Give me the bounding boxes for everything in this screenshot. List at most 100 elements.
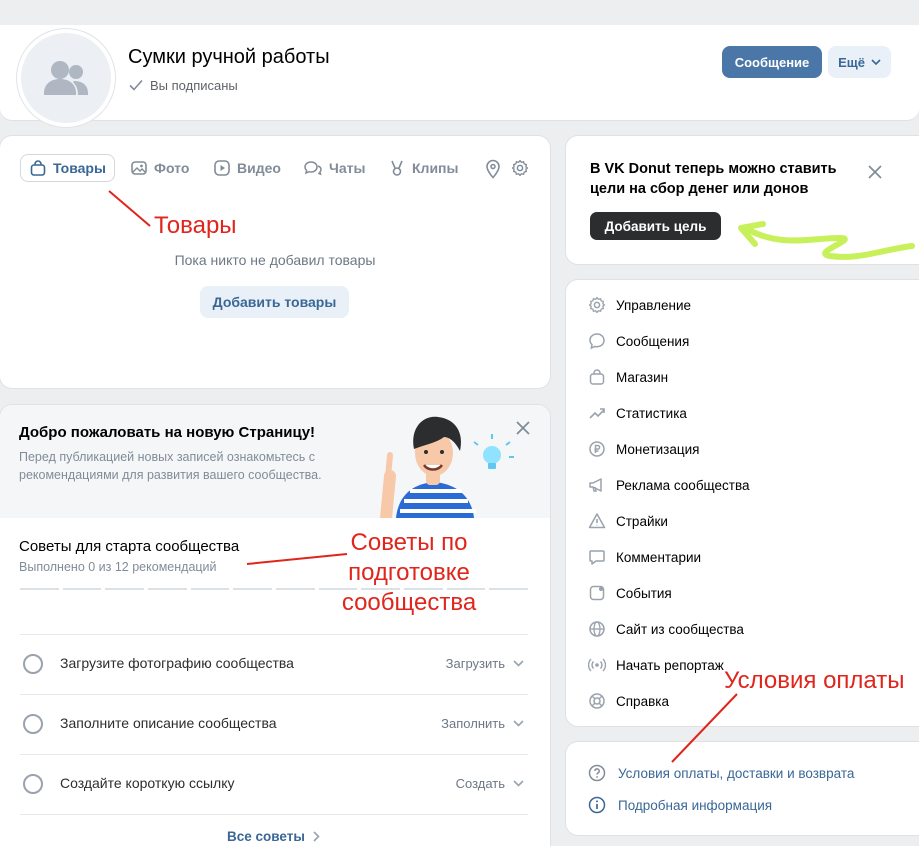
subscribed-label: Вы подписаны — [150, 78, 238, 93]
menu-item-label: Монетизация — [616, 442, 700, 457]
annotation-tips: Советы по подготовке сообщества — [341, 529, 477, 616]
shop-bag-icon — [589, 369, 605, 385]
more-button[interactable]: Ещё — [828, 46, 891, 78]
warning-icon — [588, 513, 606, 529]
tips-title: Советы для старта сообщества — [19, 538, 240, 555]
task-label: Создайте короткую ссылку — [60, 775, 235, 791]
tab-goods[interactable]: Товары — [20, 154, 115, 182]
divider — [20, 814, 528, 815]
menu-item-label: Справка — [616, 694, 669, 709]
menu-item-label: Комментарии — [616, 550, 702, 565]
progress-segment — [105, 588, 144, 590]
progress-segment — [446, 588, 486, 590]
task-action[interactable]: Заполнить — [441, 716, 524, 731]
location-pin-icon — [486, 159, 500, 179]
menu-item-label: Реклама сообщества — [616, 478, 750, 493]
users-icon — [44, 61, 88, 95]
clips-icon — [391, 160, 403, 176]
task-label: Загрузите фотографию сообщества — [60, 655, 294, 671]
add-goal-button[interactable]: Добавить цель — [590, 212, 721, 240]
progress-segment — [233, 588, 272, 590]
bag-icon — [30, 160, 46, 176]
task-upload-photo[interactable]: Загрузите фотографию сообщества Загрузит… — [20, 654, 528, 674]
annotation-payment: Условия оплаты — [724, 667, 905, 694]
person-pointing-illustration — [380, 416, 514, 518]
ruble-coin-icon — [589, 441, 605, 457]
task-label: Заполните описание сообщества — [60, 715, 277, 731]
more-label: Ещё — [838, 54, 865, 70]
task-short-link[interactable]: Создайте короткую ссылку Создать — [20, 774, 528, 794]
welcome-description: Перед публикацией новых записей ознакомь… — [19, 450, 322, 482]
progress-segment — [190, 588, 230, 590]
tab-label: Видео — [237, 160, 281, 176]
message-button[interactable]: Сообщение — [722, 46, 822, 78]
tab-clips[interactable]: Клипы — [388, 154, 458, 182]
progress-segment — [489, 588, 528, 590]
tab-label: Чаты — [329, 160, 366, 176]
gear-icon — [588, 296, 606, 314]
location-button[interactable] — [484, 159, 502, 179]
welcome-title: Добро пожаловать на новую Страницу! — [19, 424, 316, 441]
menu-item-label: Сообщения — [616, 334, 690, 349]
chevron-down-icon — [513, 720, 524, 727]
chevron-right-icon — [313, 831, 320, 842]
menu-item-label: Статистика — [616, 406, 687, 421]
community-avatar[interactable] — [17, 29, 115, 127]
event-icon — [589, 585, 605, 601]
check-icon — [129, 79, 143, 91]
progress-segment — [276, 588, 315, 590]
comment-icon — [589, 550, 605, 565]
tab-photo[interactable]: Фото — [130, 154, 189, 182]
task-action[interactable]: Создать — [456, 776, 524, 791]
megaphone-icon — [589, 478, 602, 492]
community-info — [566, 742, 919, 835]
info-icon — [588, 796, 606, 814]
task-action-label: Создать — [455, 776, 505, 791]
task-checkbox[interactable] — [23, 714, 43, 734]
statistics-icon — [589, 408, 605, 419]
task-checkbox[interactable] — [23, 654, 43, 674]
menu-item-label: Управление — [616, 298, 692, 313]
broadcast-icon — [588, 658, 606, 672]
all-tips-label: Все советы — [227, 829, 305, 844]
progress-segment — [361, 588, 400, 590]
tabs-settings-button[interactable] — [511, 159, 529, 177]
progress-segment — [62, 588, 102, 590]
menu-item-label: Сайт из сообщества — [616, 622, 744, 637]
task-fill-description[interactable]: Заполните описание сообщества Заполнить — [20, 714, 528, 734]
menu-item-label: Магазин — [616, 370, 669, 385]
chevron-down-icon — [513, 660, 524, 667]
menu-item-label: Страйки — [616, 514, 668, 529]
task-checkbox[interactable] — [23, 774, 43, 794]
all-tips-link[interactable]: Все советы — [227, 829, 320, 844]
menu-item-label: События — [616, 586, 672, 601]
progress-segment — [148, 588, 187, 590]
divider — [20, 634, 528, 635]
chevron-down-icon — [513, 780, 524, 787]
vk-donut-promo — [566, 136, 919, 264]
add-goods-button[interactable]: Добавить товары — [200, 286, 349, 318]
divider — [20, 694, 528, 695]
goods-empty-text: Пока никто не добавил товары — [174, 252, 376, 268]
task-action-label: Загрузить — [445, 656, 505, 671]
progress-segment — [318, 588, 358, 590]
task-action[interactable]: Загрузить — [446, 656, 524, 671]
close-donut-button[interactable] — [868, 165, 882, 179]
tab-chats[interactable]: Чаты — [303, 154, 365, 182]
video-icon — [214, 160, 230, 176]
annotation-goods: Товары — [154, 212, 237, 239]
gear-icon — [511, 159, 529, 177]
chat-icon — [304, 161, 322, 176]
message-icon — [589, 333, 605, 350]
question-icon — [588, 764, 606, 782]
divider — [20, 754, 528, 755]
help-lifebuoy-icon — [589, 693, 605, 709]
community-header: Сумки ручной работы Вы подписаны Сообщен… — [0, 25, 919, 127]
tab-video[interactable]: Видео — [213, 154, 281, 182]
close-welcome-button[interactable] — [515, 420, 531, 436]
tab-label: Товары — [53, 160, 106, 176]
photo-icon — [131, 161, 147, 175]
chevron-down-icon — [871, 59, 881, 65]
tab-label: Фото — [154, 160, 190, 176]
subscribed-status[interactable]: Вы подписаны — [128, 78, 238, 93]
